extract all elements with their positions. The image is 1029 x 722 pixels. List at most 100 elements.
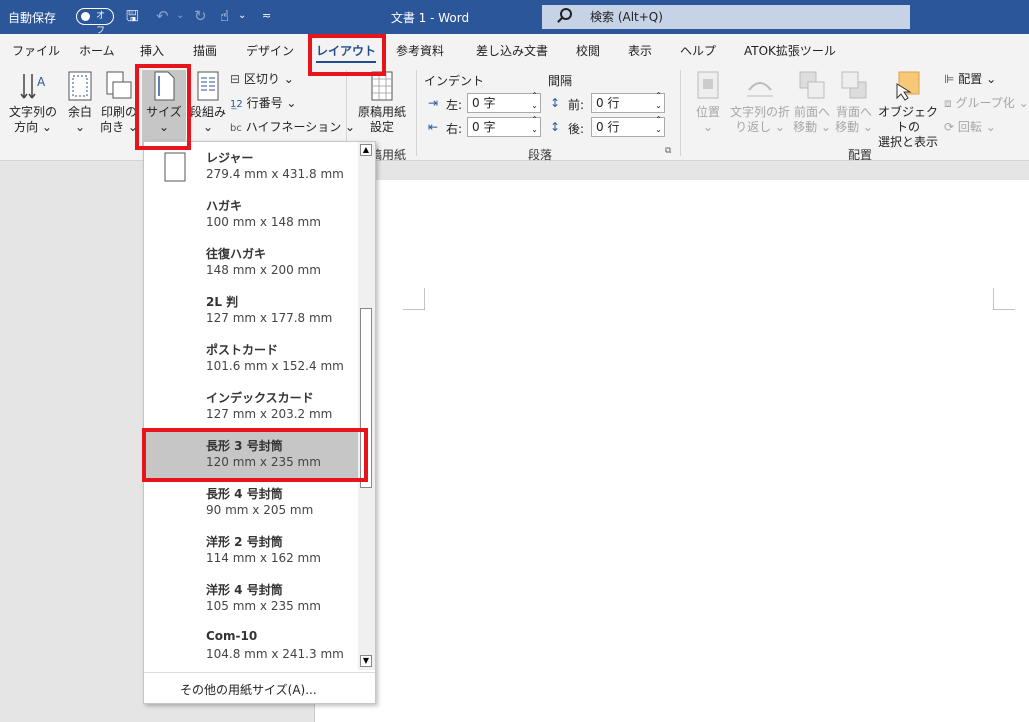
- size-option-name: Com-10: [206, 629, 258, 643]
- size-option-name: ポストカード: [206, 343, 279, 357]
- tab-view[interactable]: 表示: [628, 42, 652, 59]
- tab-help[interactable]: ヘルプ: [680, 42, 716, 59]
- tab-atok[interactable]: ATOK拡張ツール: [744, 42, 836, 59]
- line-numbers-button[interactable]: 1̲2 行番号 ⌄: [230, 94, 296, 111]
- size-option-dimensions: 90 mm x 205 mm: [206, 503, 314, 517]
- margin-corner-left: [403, 288, 425, 310]
- tab-insert[interactable]: 挿入: [140, 42, 164, 59]
- position-button[interactable]: 位置 ⌄: [690, 70, 726, 135]
- search-box[interactable]: 検索 (Alt+Q): [542, 5, 910, 29]
- size-option-name: レジャー: [206, 151, 254, 165]
- size-option-com10[interactable]: Com-10 104.8 mm x 241.3 mm: [144, 622, 358, 670]
- scroll-up-icon[interactable]: ▲: [360, 144, 372, 156]
- indent-left-input[interactable]: 0 字: [467, 91, 541, 113]
- text-direction-button[interactable]: A 文字列の 方向 ⌄: [6, 70, 60, 135]
- selection-pane-label-2: 選択と表示: [877, 135, 938, 149]
- dropdown-scrollbar[interactable]: ▲ ▼: [358, 142, 375, 670]
- wrap-text-label-2: り返し ⌄: [735, 120, 785, 134]
- tab-layout[interactable]: レイアウト: [316, 42, 377, 63]
- autosave-toggle[interactable]: オフ: [76, 8, 114, 36]
- separator: [680, 70, 681, 156]
- columns-label-2: ⌄: [202, 120, 214, 134]
- undo-icon[interactable]: ↶: [156, 7, 169, 25]
- columns-button[interactable]: 段組み ⌄: [188, 70, 228, 135]
- document-page[interactable]: [314, 180, 1029, 722]
- align-icon: ⊫: [944, 72, 955, 86]
- document-title: 文書 1 - Word: [390, 11, 470, 25]
- align-button[interactable]: ⊫ 配置 ⌄: [944, 70, 996, 87]
- size-option-you2[interactable]: 洋形 2 号封筒 114 mm x 162 mm: [144, 526, 358, 574]
- paragraph-dialog-launcher-icon[interactable]: ⧉: [665, 146, 671, 156]
- spacing-after-input[interactable]: 0 行: [591, 115, 665, 137]
- margins-label: 余白: [67, 105, 92, 119]
- svg-text:A: A: [37, 75, 46, 89]
- rotate-label: 回転 ⌄: [957, 120, 996, 134]
- page-size-icon: [154, 71, 175, 101]
- size-option-name: ハガキ: [206, 199, 243, 213]
- size-option-dimensions: 104.8 mm x 241.3 mm: [206, 647, 344, 661]
- customize-toolbar-icon[interactable]: ≂: [262, 7, 271, 25]
- tab-draw[interactable]: 描画: [193, 42, 217, 59]
- size-option-dimensions: 114 mm x 162 mm: [206, 551, 321, 565]
- tab-design[interactable]: デザイン: [246, 42, 294, 59]
- size-option-name: インデックスカード: [206, 391, 314, 405]
- size-option-dimensions: 105 mm x 235 mm: [206, 599, 321, 613]
- tab-review[interactable]: 校閲: [576, 42, 600, 59]
- tab-file[interactable]: ファイル: [12, 42, 60, 59]
- scroll-thumb[interactable]: [360, 308, 372, 488]
- indent-left-icon: ⇥: [428, 96, 439, 110]
- bring-forward-button[interactable]: 前面へ 移動 ⌄: [792, 70, 832, 135]
- size-option-name: 洋形 4 号封筒: [206, 583, 283, 597]
- size-option-ledger[interactable]: レジャー 279.4 mm x 431.8 mm: [144, 142, 358, 190]
- orientation-button[interactable]: 印刷の 向き ⌄: [98, 70, 140, 135]
- columns-label: 段組み: [189, 105, 226, 119]
- wrap-text-button[interactable]: 文字列の折 り返し ⌄: [728, 70, 792, 135]
- rotate-button[interactable]: ⟳ 回転 ⌄: [944, 118, 996, 135]
- size-option-index-card[interactable]: インデックスカード 127 mm x 203.2 mm: [144, 382, 358, 430]
- spacing-before-input[interactable]: 0 行: [591, 91, 665, 113]
- size-option-ofuku-hagaki[interactable]: 往復ハガキ 148 mm x 200 mm: [144, 238, 358, 286]
- spacing-after-icon: ↕: [550, 120, 561, 134]
- breaks-label: 区切り ⌄: [243, 72, 294, 86]
- bring-forward-label-2: 移動 ⌄: [793, 120, 831, 134]
- touch-dropdown-icon[interactable]: ⌄: [238, 7, 246, 25]
- indent-right-input[interactable]: 0 字: [467, 115, 541, 137]
- send-backward-label: 背面へ: [835, 105, 872, 119]
- size-option-naga4[interactable]: 長形 4 号封筒 90 mm x 205 mm: [144, 478, 358, 526]
- spacing-before-label: 前:: [568, 98, 585, 112]
- redo-icon[interactable]: ↻: [194, 7, 207, 25]
- size-option-name: 洋形 2 号封筒: [206, 535, 283, 549]
- text-direction-label: 文字列の: [8, 105, 57, 119]
- tab-home[interactable]: ホーム: [79, 42, 115, 59]
- scroll-down-icon[interactable]: ▼: [360, 655, 372, 667]
- size-label: サイズ: [146, 105, 182, 119]
- send-backward-button[interactable]: 背面へ 移動 ⌄: [834, 70, 874, 135]
- tab-references[interactable]: 参考資料: [396, 42, 444, 59]
- size-option-postcard[interactable]: ポストカード 101.6 mm x 152.4 mm: [144, 334, 358, 382]
- size-option-dimensions: 127 mm x 203.2 mm: [206, 407, 333, 421]
- undo-dropdown-icon[interactable]: ⌄: [176, 7, 184, 25]
- touch-mode-icon[interactable]: ☝: [220, 7, 229, 25]
- size-option-you4[interactable]: 洋形 4 号封筒 105 mm x 235 mm: [144, 574, 358, 622]
- autosave-label: 自動保存: [8, 11, 57, 25]
- position-label-2: ⌄: [702, 120, 714, 134]
- manuscript-settings-button[interactable]: 原稿用紙 設定: [354, 70, 410, 135]
- size-button[interactable]: サイズ ⌄: [142, 70, 186, 150]
- margins-label-2: ⌄: [74, 120, 86, 134]
- size-dropdown-menu: レジャー 279.4 mm x 431.8 mm ハガキ 100 mm x 14…: [143, 141, 376, 704]
- breaks-button[interactable]: ⊟ 区切り ⌄: [230, 70, 294, 87]
- size-option-2l[interactable]: 2L 判 127 mm x 177.8 mm: [144, 286, 358, 334]
- margins-button[interactable]: 余白 ⌄: [62, 70, 98, 135]
- size-option-naga3[interactable]: 長形 3 号封筒 120 mm x 235 mm: [144, 430, 358, 478]
- tab-mailings[interactable]: 差し込み文書: [476, 42, 548, 59]
- more-paper-sizes-item[interactable]: その他の用紙サイズ(A)...: [144, 672, 375, 703]
- orientation-icon: [106, 71, 132, 99]
- search-placeholder: 検索 (Alt+Q): [590, 10, 663, 24]
- save-icon[interactable]: 🖫: [126, 7, 139, 25]
- selection-pane-button[interactable]: オブジェクトの 選択と表示: [876, 70, 940, 150]
- size-option-name: 2L 判: [206, 295, 239, 309]
- size-option-hagaki[interactable]: ハガキ 100 mm x 148 mm: [144, 190, 358, 238]
- size-label-2: ⌄: [158, 120, 170, 134]
- group-button[interactable]: ⧈ グループ化 ⌄: [944, 94, 1029, 111]
- hyphenation-button[interactable]: bc ハイフネーション ⌄: [230, 118, 355, 135]
